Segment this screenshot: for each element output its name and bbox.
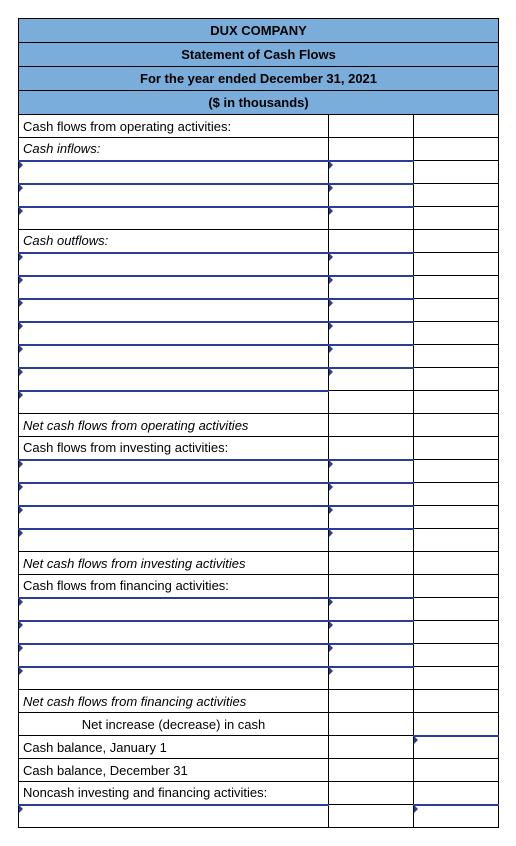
row-label[interactable] [19,460,329,483]
row-value-2[interactable] [414,805,499,828]
row-label[interactable] [19,391,329,414]
row-value-1[interactable] [329,621,414,644]
row-value-1 [329,437,414,460]
row-value-1 [329,690,414,713]
row-label[interactable] [19,805,329,828]
row-value-1[interactable] [329,598,414,621]
row-value-1[interactable] [329,253,414,276]
row-value-2 [414,115,499,138]
row-value-1[interactable] [329,529,414,552]
row-value-2 [414,368,499,391]
row-value-2 [414,138,499,161]
row-label: Cash flows from financing activities: [19,575,329,598]
row-label[interactable] [19,529,329,552]
cash-flow-statement-table: DUX COMPANY Statement of Cash Flows For … [18,18,499,828]
row-label[interactable] [19,161,329,184]
row-value-2 [414,437,499,460]
row-value-2 [414,414,499,437]
row-value-1 [329,138,414,161]
row-label[interactable] [19,299,329,322]
row-value-1[interactable] [329,299,414,322]
row-value-2 [414,644,499,667]
row-value-1[interactable] [329,368,414,391]
row-value-2 [414,230,499,253]
row-label[interactable] [19,667,329,690]
row-label[interactable]: Net increase (decrease) in cash [19,713,329,736]
row-label: Cash flows from operating activities: [19,115,329,138]
row-label[interactable] [19,598,329,621]
row-value-2[interactable] [414,736,499,759]
row-label: Net cash flows from financing activities [19,690,329,713]
row-value-2 [414,713,499,736]
row-value-1[interactable] [329,644,414,667]
row-value-1 [329,414,414,437]
row-label[interactable] [19,207,329,230]
row-value-1 [329,115,414,138]
row-value-1[interactable] [329,207,414,230]
row-label[interactable] [19,345,329,368]
row-value-2 [414,690,499,713]
row-value-2 [414,759,499,782]
row-value-2 [414,391,499,414]
row-value-1 [329,391,414,414]
row-value-1[interactable] [329,322,414,345]
row-value-2 [414,483,499,506]
row-label[interactable] [19,253,329,276]
row-value-1[interactable] [329,506,414,529]
row-value-2 [414,322,499,345]
row-value-1[interactable] [329,460,414,483]
row-value-1[interactable] [329,276,414,299]
row-label[interactable] [19,506,329,529]
row-value-2 [414,598,499,621]
row-value-1 [329,713,414,736]
row-value-1[interactable] [329,345,414,368]
row-label: Cash inflows: [19,138,329,161]
row-label: Noncash investing and financing activiti… [19,782,329,805]
row-label: Cash outflows: [19,230,329,253]
row-label: Cash flows from investing activities: [19,437,329,460]
header-title: Statement of Cash Flows [19,43,499,67]
row-label: Net cash flows from operating activities [19,414,329,437]
row-value-1 [329,552,414,575]
row-value-2 [414,299,499,322]
row-value-1 [329,805,414,828]
row-label[interactable] [19,276,329,299]
row-label: Net cash flows from investing activities [19,552,329,575]
row-value-2 [414,460,499,483]
row-value-1 [329,736,414,759]
row-value-2 [414,621,499,644]
row-value-2 [414,552,499,575]
row-value-2 [414,506,499,529]
header-units: ($ in thousands) [19,91,499,115]
row-value-1 [329,575,414,598]
header-company: DUX COMPANY [19,19,499,43]
row-value-1[interactable] [329,161,414,184]
row-value-1 [329,782,414,805]
row-label: Cash balance, January 1 [19,736,329,759]
row-value-2 [414,345,499,368]
row-value-2 [414,529,499,552]
row-value-2 [414,207,499,230]
row-value-1[interactable] [329,483,414,506]
row-value-2 [414,575,499,598]
row-value-1[interactable] [329,184,414,207]
row-label[interactable] [19,184,329,207]
row-label[interactable] [19,644,329,667]
row-label[interactable] [19,368,329,391]
header-period: For the year ended December 31, 2021 [19,67,499,91]
row-value-2 [414,161,499,184]
row-value-2 [414,184,499,207]
row-value-2 [414,276,499,299]
row-label[interactable] [19,483,329,506]
row-value-2 [414,782,499,805]
row-value-2 [414,253,499,276]
row-value-2 [414,667,499,690]
row-label: Cash balance, December 31 [19,759,329,782]
row-value-1 [329,230,414,253]
row-label[interactable] [19,621,329,644]
row-value-1 [329,759,414,782]
row-label[interactable] [19,322,329,345]
row-value-1[interactable] [329,667,414,690]
